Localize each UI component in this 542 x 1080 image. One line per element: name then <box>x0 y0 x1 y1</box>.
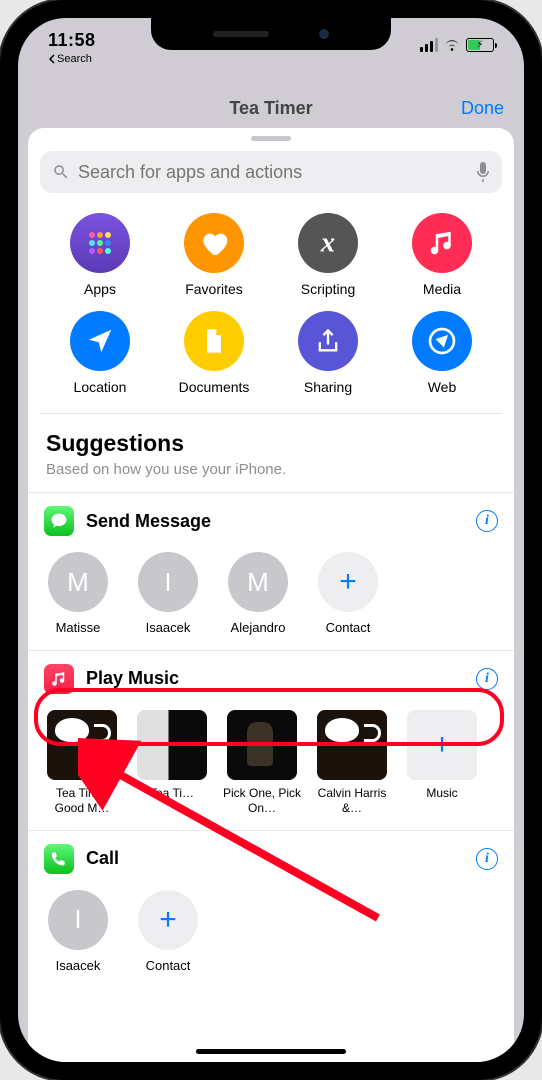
album-label: Tea Ti… <box>131 786 213 801</box>
album-tile[interactable]: Tea Ti… <box>136 710 208 816</box>
suggestions-title: Suggestions <box>46 430 496 457</box>
wifi-icon <box>443 38 461 52</box>
album-tile[interactable]: Tea Time, Good M… <box>46 710 118 816</box>
contact-avatar: I <box>48 890 108 950</box>
scripting-icon: x <box>298 213 358 273</box>
search-input[interactable] <box>78 162 468 183</box>
contact-avatar: M <box>48 552 108 612</box>
contact-avatar: M <box>228 552 288 612</box>
section-send-message: Send Message i MMatisse IIsaacek MAlejan… <box>28 492 514 650</box>
document-icon <box>184 311 244 371</box>
category-label: Sharing <box>304 379 352 395</box>
info-button[interactable]: i <box>476 510 498 532</box>
status-time: 11:58 <box>48 30 96 51</box>
category-location[interactable]: Location <box>48 311 152 395</box>
page-title: Tea Timer <box>229 98 312 119</box>
category-sharing[interactable]: Sharing <box>276 311 380 395</box>
album-art <box>317 710 387 780</box>
category-label: Documents <box>179 379 250 395</box>
category-label: Location <box>74 379 127 395</box>
tile-label: Music <box>401 786 483 801</box>
category-documents[interactable]: Documents <box>162 311 266 395</box>
category-label: Apps <box>84 281 116 297</box>
phone-app-icon <box>44 844 74 874</box>
action-sheet: Apps Favorites x Scripting Media Locatio… <box>28 128 514 1062</box>
category-web[interactable]: Web <box>390 311 494 395</box>
category-favorites[interactable]: Favorites <box>162 213 266 297</box>
svg-text:x: x <box>320 228 335 259</box>
album-tile[interactable]: Pick One, Pick On… <box>226 710 298 816</box>
info-button[interactable]: i <box>476 668 498 690</box>
section-call: Call i IIsaacek +Contact <box>28 830 514 988</box>
plus-icon: + <box>318 552 378 612</box>
contact-avatar: I <box>138 552 198 612</box>
music-icon <box>412 213 472 273</box>
breadcrumb[interactable]: Search <box>48 53 96 65</box>
category-label: Media <box>423 281 461 297</box>
sheet-grabber[interactable] <box>251 136 291 141</box>
album-art <box>227 710 297 780</box>
chip-label: Contact <box>128 958 208 974</box>
section-title[interactable]: Call <box>86 848 464 869</box>
section-title[interactable]: Send Message <box>86 511 464 532</box>
info-button[interactable]: i <box>476 848 498 870</box>
messages-app-icon <box>44 506 74 536</box>
battery-icon: ⚡︎ <box>466 38 494 52</box>
category-label: Favorites <box>185 281 243 297</box>
album-label: Tea Time, Good M… <box>41 786 123 816</box>
contact-name: Isaacek <box>38 958 118 974</box>
mic-icon[interactable] <box>476 162 490 182</box>
add-contact-chip[interactable]: +Contact <box>316 552 380 636</box>
section-play-music: Play Music i Tea Time, Good M… Tea Ti… P… <box>28 650 514 830</box>
section-title[interactable]: Play Music <box>86 668 464 689</box>
nav-bar: Tea Timer Done <box>18 86 524 130</box>
category-label: Web <box>428 379 457 395</box>
contact-name: Alejandro <box>218 620 298 636</box>
compass-icon <box>412 311 472 371</box>
contact-name: Matisse <box>38 620 118 636</box>
album-tile[interactable]: Calvin Harris &… <box>316 710 388 816</box>
album-label: Pick One, Pick On… <box>221 786 303 816</box>
contact-chip[interactable]: IIsaacek <box>46 890 110 974</box>
search-field[interactable] <box>40 151 502 193</box>
suggestions-subtitle: Based on how you use your iPhone. <box>46 461 496 478</box>
music-app-icon <box>44 664 74 694</box>
location-icon <box>70 311 130 371</box>
album-art <box>137 710 207 780</box>
contact-chip[interactable]: IIsaacek <box>136 552 200 636</box>
share-icon <box>298 311 358 371</box>
category-label: Scripting <box>301 281 355 297</box>
contact-chip[interactable]: MAlejandro <box>226 552 290 636</box>
add-music-tile[interactable]: +Music <box>406 710 478 816</box>
heart-icon <box>184 213 244 273</box>
done-button[interactable]: Done <box>461 98 504 119</box>
plus-icon: + <box>138 890 198 950</box>
category-scripting[interactable]: x Scripting <box>276 213 380 297</box>
chip-label: Contact <box>308 620 388 636</box>
home-indicator[interactable] <box>196 1049 346 1054</box>
category-media[interactable]: Media <box>390 213 494 297</box>
category-apps[interactable]: Apps <box>48 213 152 297</box>
album-art <box>47 710 117 780</box>
apps-icon <box>70 213 130 273</box>
search-icon <box>52 163 70 181</box>
add-contact-chip[interactable]: +Contact <box>136 890 200 974</box>
album-label: Calvin Harris &… <box>311 786 393 816</box>
contact-chip[interactable]: MMatisse <box>46 552 110 636</box>
cellular-signal-icon <box>420 38 438 52</box>
contact-name: Isaacek <box>128 620 208 636</box>
suggestions-header: Suggestions Based on how you use your iP… <box>28 414 514 492</box>
categories-grid: Apps Favorites x Scripting Media Locatio… <box>28 207 514 413</box>
plus-icon: + <box>407 710 477 780</box>
breadcrumb-label: Search <box>57 53 92 65</box>
